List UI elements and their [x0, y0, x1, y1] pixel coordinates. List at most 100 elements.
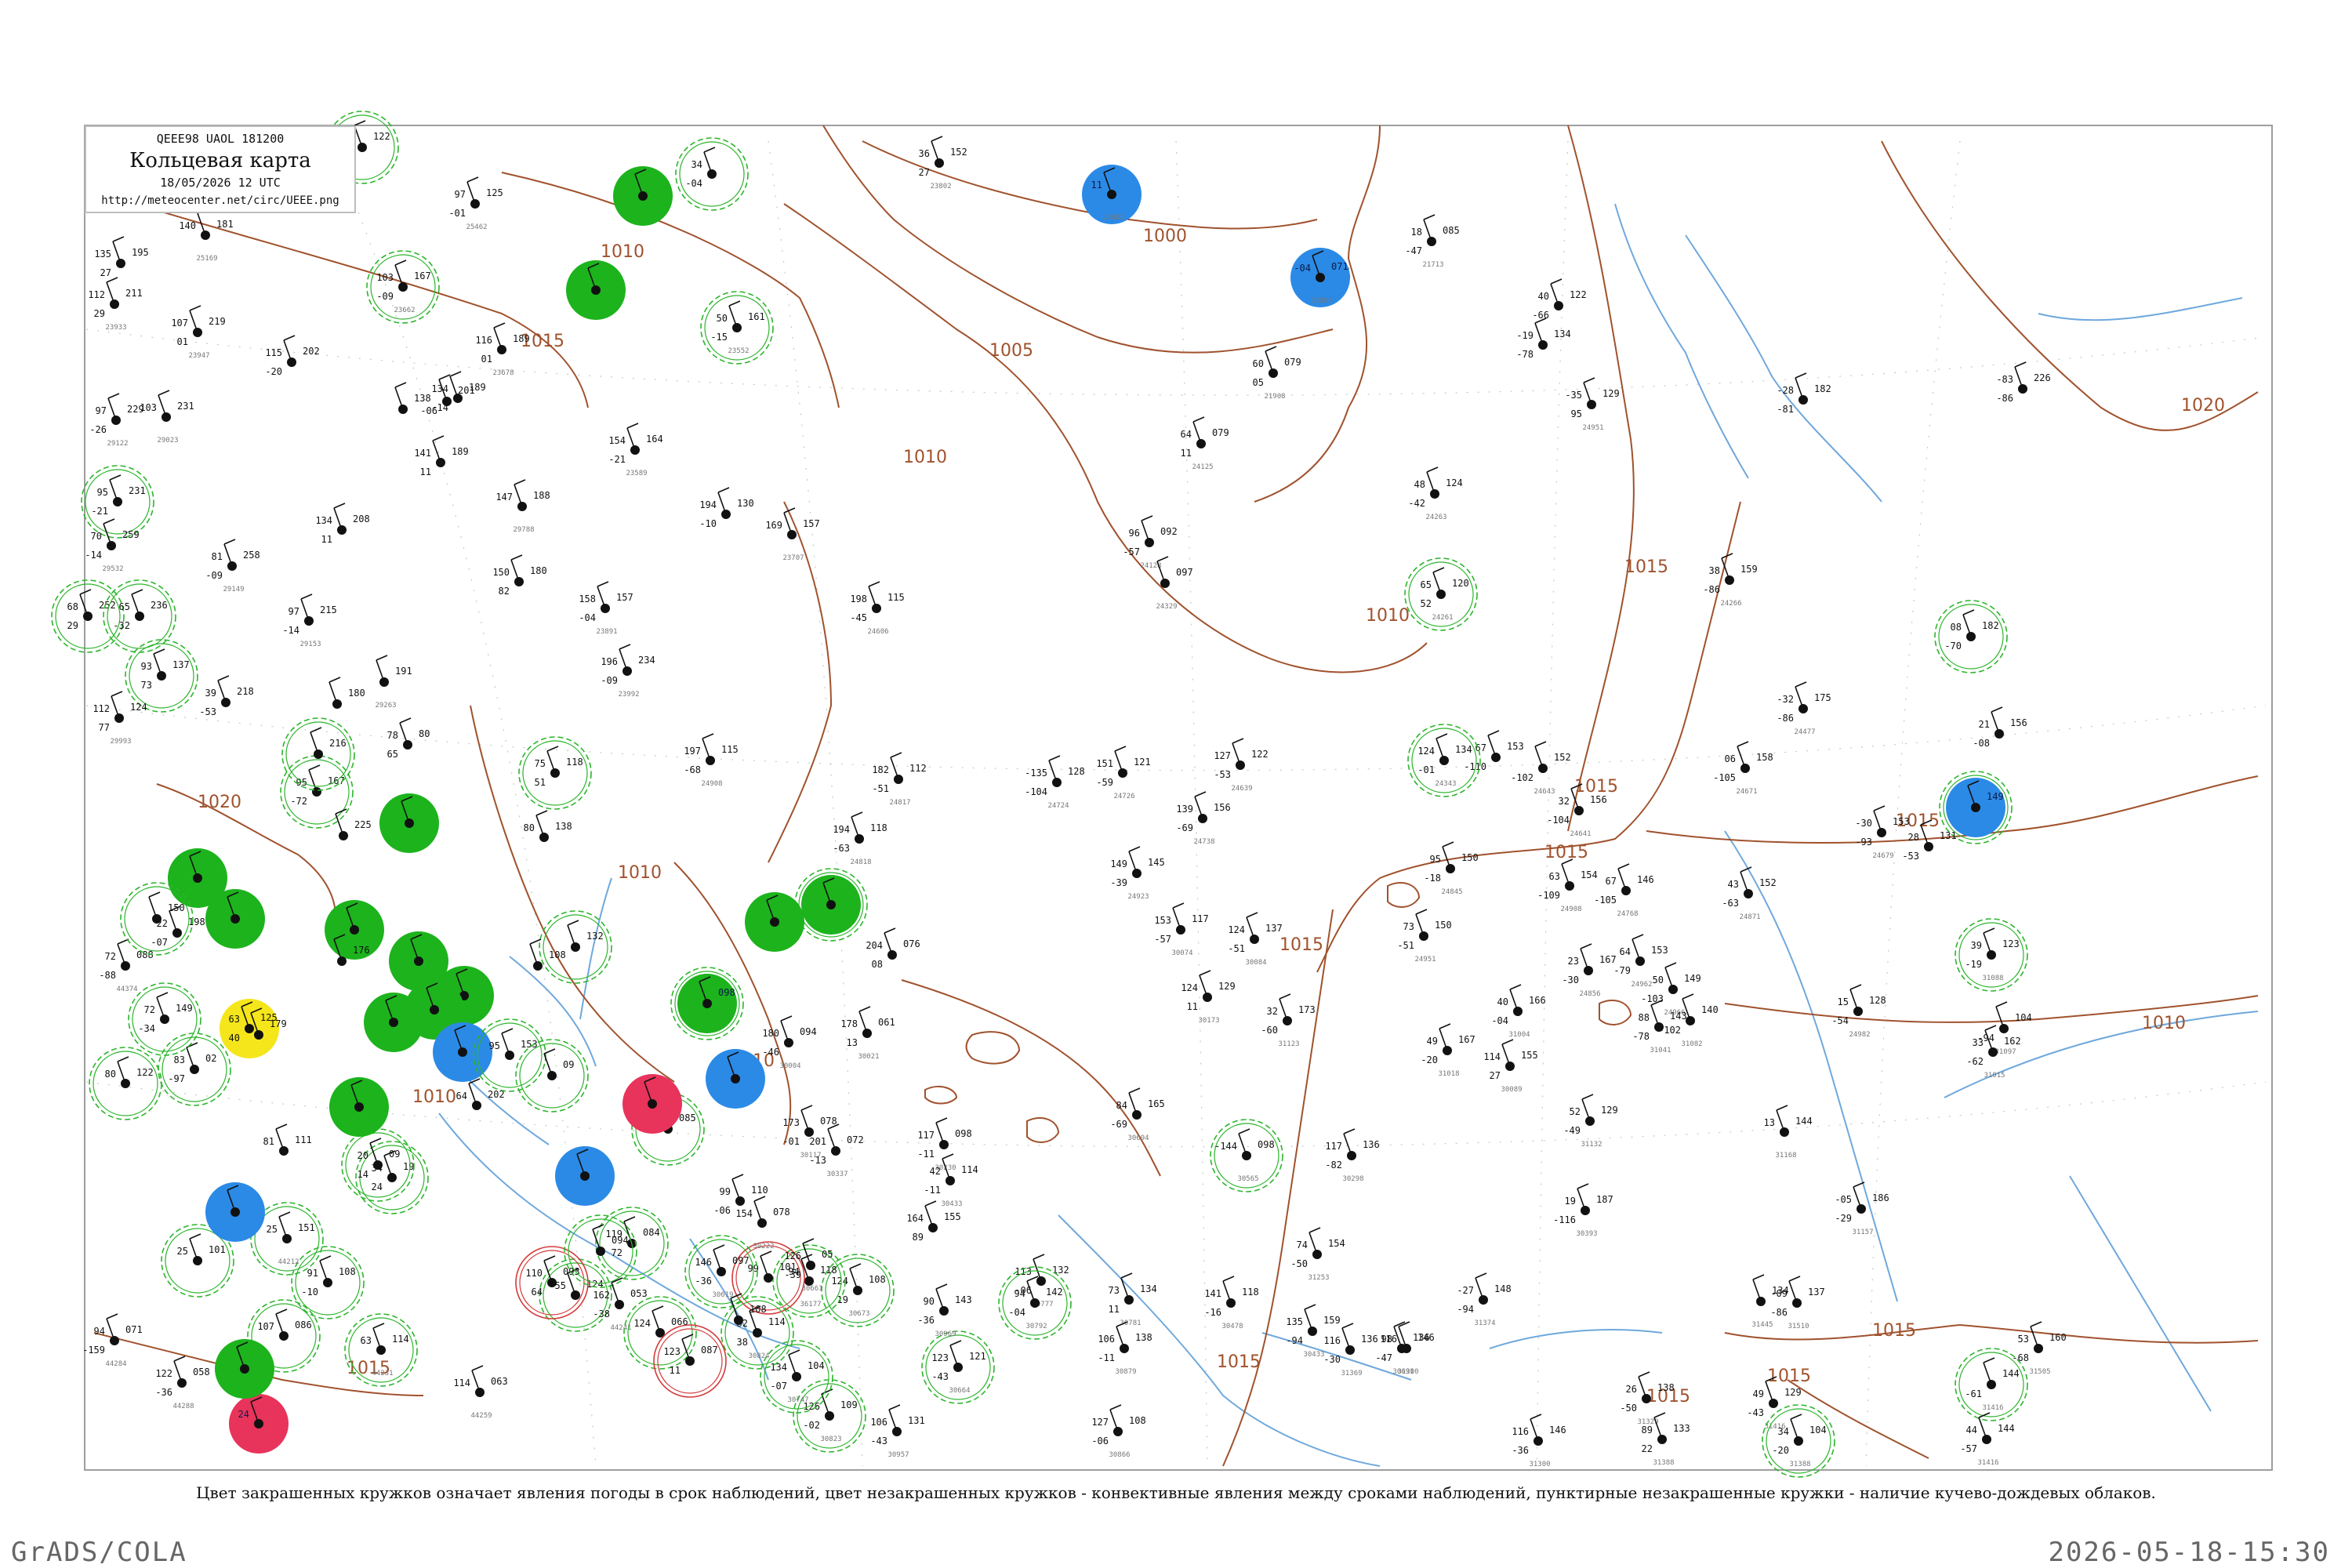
- station-id: 31004: [1508, 1031, 1530, 1039]
- station-temperature: -09: [1770, 1288, 1788, 1299]
- station-temperature: 124: [1228, 924, 1245, 935]
- station-temperature: 135: [1286, 1316, 1303, 1327]
- station-id: 30619: [712, 1291, 733, 1299]
- station-pressure: 128: [1869, 995, 1886, 1006]
- station-pressure: 153: [1507, 741, 1524, 752]
- station-plot: [706, 1049, 765, 1109]
- station-temperature: -83: [1996, 374, 2013, 385]
- station-id: 29149: [223, 586, 244, 593]
- station-plot: [329, 1077, 389, 1137]
- station-temperature: 32: [1267, 1006, 1278, 1017]
- station-plot: [205, 889, 265, 949]
- station-dewpoint: -63: [833, 843, 850, 854]
- station-pressure: 167: [414, 270, 431, 281]
- station-temperature: 72: [105, 951, 116, 962]
- station-pressure: 231: [177, 401, 194, 412]
- station-dewpoint: -53: [1214, 769, 1231, 780]
- station-id: 23947: [188, 352, 209, 360]
- station-temperature: 116: [1323, 1335, 1341, 1346]
- station-temperature: 154: [735, 1208, 753, 1219]
- station-temperature: 13: [1764, 1117, 1775, 1128]
- station-pressure: 208: [353, 514, 370, 524]
- station-pressure: 134: [1455, 744, 1472, 755]
- station-id: 31132: [1581, 1141, 1602, 1149]
- station-temperature: 63: [1549, 871, 1560, 882]
- station-temperature: 90: [924, 1296, 935, 1307]
- station-pressure: 097: [1176, 567, 1193, 578]
- station-temperature: 39: [1971, 940, 1982, 951]
- station-pressure: 129: [1218, 981, 1236, 992]
- station-id: 30664: [949, 1387, 970, 1395]
- station-temperature: 140: [179, 220, 196, 231]
- station-pressure: 098: [718, 987, 735, 998]
- station-temperature: 127: [1214, 750, 1231, 761]
- station-temperature: 33: [1973, 1037, 1984, 1048]
- station-pressure: 189: [513, 333, 530, 344]
- station-plot: [613, 166, 673, 226]
- station-temperature: 26: [1626, 1384, 1637, 1395]
- station-dewpoint: -16: [1204, 1307, 1221, 1318]
- station-pressure: 078: [773, 1207, 790, 1218]
- station-temperature: 147: [495, 492, 513, 503]
- station-temperature: 95: [1430, 854, 1441, 865]
- map-url[interactable]: http://meteocenter.net/circ/UEEE.png: [86, 194, 354, 207]
- station-temperature: 194: [699, 499, 717, 510]
- station-dewpoint: -50: [1620, 1403, 1637, 1414]
- station-temperature: 194: [833, 824, 850, 835]
- station-id: 30824: [748, 1352, 769, 1360]
- station-pressure: 140: [1701, 1004, 1719, 1015]
- station-dewpoint: -105: [1713, 772, 1736, 783]
- station-id: 30337: [826, 1171, 848, 1178]
- station-dewpoint: -68: [684, 764, 701, 775]
- station-id: 31416: [1982, 1404, 2003, 1412]
- station-pressure: 151: [298, 1222, 315, 1233]
- station-pressure: 131: [1940, 830, 1957, 841]
- station-pressure: 133: [1673, 1423, 1690, 1434]
- station-dewpoint: 38: [737, 1337, 748, 1348]
- station-dewpoint: -72: [290, 796, 307, 807]
- station-pressure: 136: [1361, 1334, 1378, 1345]
- station-id: 23891: [596, 628, 617, 636]
- station-id: 44212: [278, 1258, 299, 1266]
- station-pressure: 218: [237, 686, 254, 697]
- station-temperature: 32: [1559, 796, 1570, 807]
- station-pressure: 160: [2049, 1332, 2067, 1343]
- station-dewpoint: -51: [872, 783, 889, 794]
- station-dewpoint: -07: [770, 1381, 787, 1392]
- station-id: 24343: [1435, 780, 1456, 788]
- station-id: 30694: [1127, 1134, 1149, 1142]
- station-pressure: 187: [1596, 1194, 1613, 1205]
- station-temperature: 63: [229, 1014, 240, 1025]
- station-id: 30433: [941, 1200, 962, 1208]
- station-plot: [555, 1146, 615, 1206]
- station-dewpoint: -08: [1973, 738, 1990, 749]
- station-temperature: 134: [315, 515, 332, 526]
- station-pressure: 061: [878, 1017, 895, 1028]
- station-pressure: 155: [1521, 1050, 1538, 1061]
- station-id: 31445: [1751, 1321, 1773, 1329]
- ring-weather-map: 1000 1005 1005 1010 1010 1015 1010 1010 …: [51, 111, 2273, 1478]
- station-id: 24263: [1425, 514, 1446, 521]
- station-pressure: 129: [1601, 1105, 1618, 1116]
- station-temperature: 141: [414, 448, 431, 459]
- station-pressure: 150: [168, 902, 185, 913]
- station-temperature: 21: [1979, 719, 1990, 730]
- station-dewpoint: 11: [1181, 448, 1192, 459]
- station-id: 23678: [492, 369, 514, 377]
- station-pressure: 108: [750, 1304, 767, 1315]
- station-id: 24639: [1231, 785, 1252, 793]
- station-temperature: 24: [238, 1409, 249, 1420]
- station-id: 23992: [618, 691, 639, 699]
- station-pressure: 258: [243, 550, 260, 561]
- station-pressure: 162: [2004, 1036, 2021, 1047]
- station-pressure: 136: [1363, 1139, 1380, 1150]
- station-temperature: 114: [453, 1377, 470, 1388]
- station-temperature: 98: [1381, 1334, 1392, 1345]
- station-temperature: 36: [919, 148, 930, 159]
- station-temperature: 197: [684, 746, 701, 757]
- station-dewpoint: -04: [579, 612, 596, 623]
- station-temperature: 11: [1091, 180, 1102, 191]
- station-temperature: 74: [1297, 1240, 1308, 1250]
- station-pressure: 072: [847, 1134, 864, 1145]
- station-temperature: 80: [105, 1069, 116, 1080]
